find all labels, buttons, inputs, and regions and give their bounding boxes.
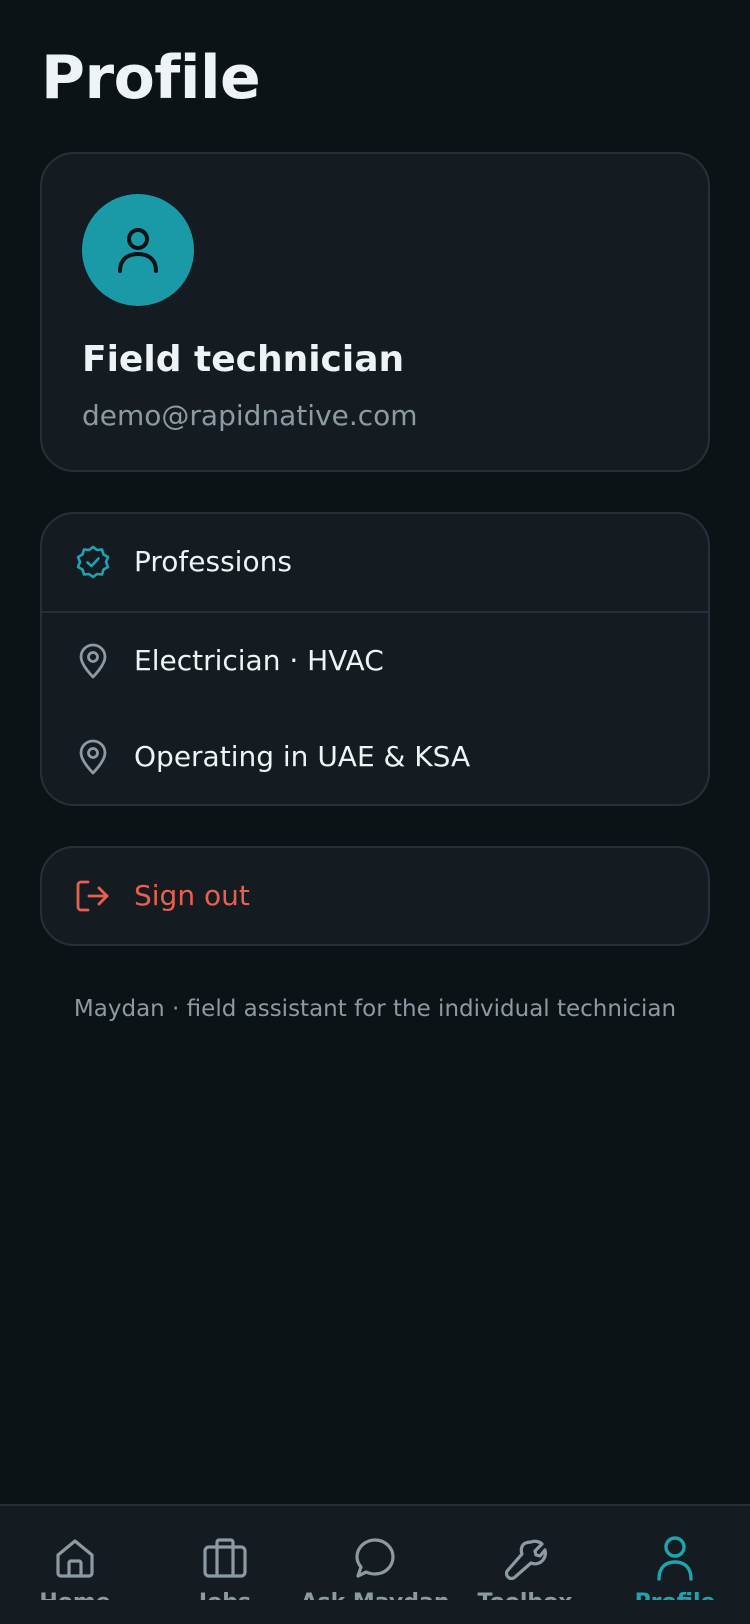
professions-row[interactable]: Professions: [42, 514, 708, 610]
sign-out-label: Sign out: [134, 879, 250, 912]
professions-label: Professions: [134, 545, 292, 578]
badge-check-icon: [75, 544, 111, 580]
trades-label: Electrician · HVAC: [134, 644, 384, 677]
info-card: Professions Electrician · HVAC Operating…: [40, 512, 710, 806]
avatar: [82, 194, 194, 306]
user-icon: [118, 228, 158, 273]
profile-email: demo@rapidnative.com: [82, 399, 418, 432]
wrench-icon: [501, 1534, 549, 1582]
footer-note: Maydan · field assistant for the individ…: [73, 996, 677, 1022]
trades-row: Electrician · HVAC: [42, 613, 708, 709]
chat-bubble-icon: [351, 1534, 399, 1582]
user-icon: [651, 1534, 699, 1582]
region-row: Operating in UAE & KSA: [42, 709, 708, 804]
profile-name: Field technician: [82, 339, 405, 380]
map-pin-icon: [75, 643, 111, 679]
profile-screen: Profile Field technician demo@rapidnativ…: [0, 0, 750, 1624]
sign-out-row: Sign out: [42, 848, 708, 944]
briefcase-icon: [201, 1534, 249, 1582]
bottom-tab-bar: Home Jobs Ask Maydan: [0, 1504, 750, 1624]
home-icon: [51, 1534, 99, 1582]
page-title: Profile: [41, 43, 261, 113]
sign-out-button[interactable]: Sign out: [40, 846, 710, 946]
map-pin-icon: [75, 739, 111, 775]
tab-bar-bottom-edge: [0, 1600, 750, 1624]
log-out-icon: [75, 878, 111, 914]
profile-card: Field technician demo@rapidnative.com: [40, 152, 710, 472]
region-label: Operating in UAE & KSA: [134, 740, 471, 773]
